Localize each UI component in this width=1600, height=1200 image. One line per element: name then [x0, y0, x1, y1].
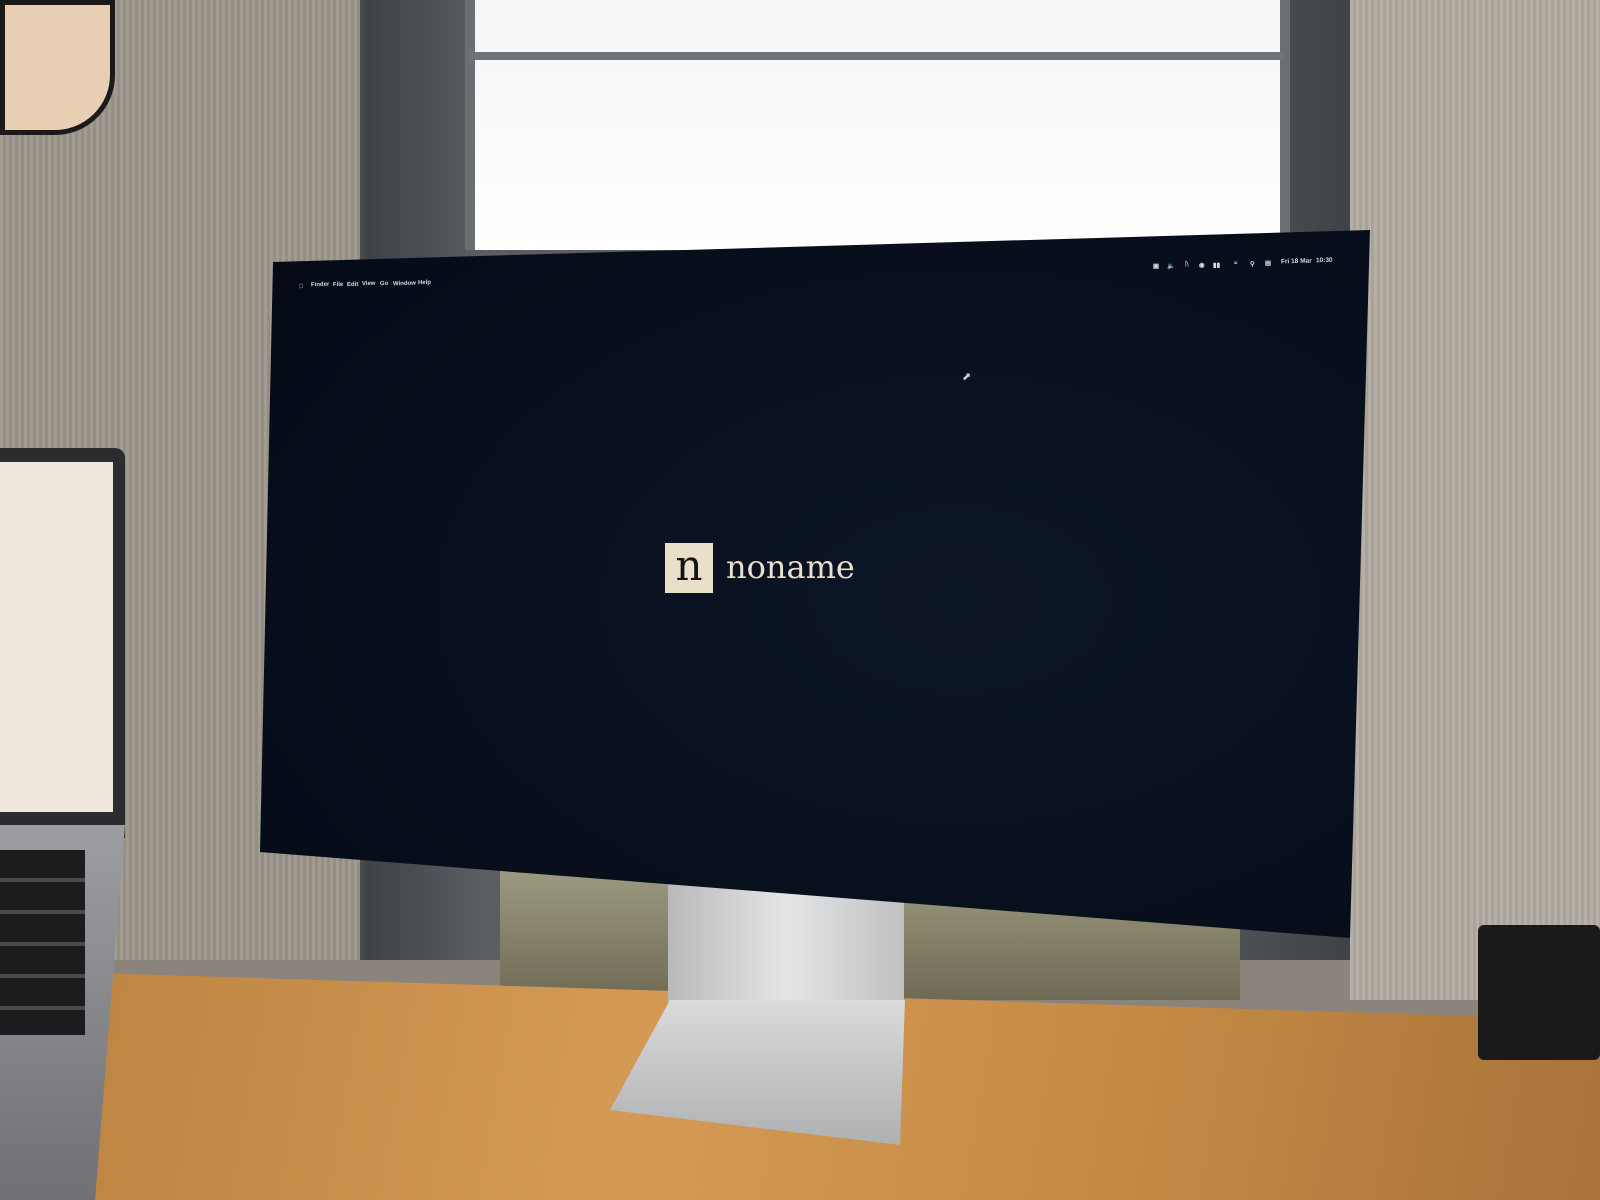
battery-icon[interactable]: ▮▮: [1213, 261, 1220, 269]
wifi-icon[interactable]: ≈: [1234, 260, 1238, 267]
menu-help[interactable]: Help: [418, 280, 431, 286]
speaker: [1478, 925, 1600, 1060]
apple-icon[interactable]: : [299, 284, 304, 290]
laptop-keyboard: [0, 850, 85, 1035]
focus-icon[interactable]: ◉: [1199, 261, 1205, 269]
window-frame: [470, 52, 1285, 60]
control-center-icon[interactable]: ▤: [1265, 259, 1271, 267]
menu-finder[interactable]: Finder: [311, 282, 330, 289]
menu-file[interactable]: File: [333, 282, 344, 288]
curtain-right: [1350, 0, 1600, 1000]
menu-view[interactable]: View: [362, 281, 376, 287]
menubar-date[interactable]: Fri 18 Mar: [1281, 258, 1312, 266]
search-icon[interactable]: ⚲: [1250, 260, 1255, 268]
menu-window[interactable]: Window: [393, 281, 416, 288]
screen-lock-icon[interactable]: ▣: [1153, 262, 1159, 270]
laptop-screen: [0, 462, 113, 812]
logo-mark: n: [665, 543, 713, 593]
menu-edit[interactable]: Edit: [347, 282, 359, 288]
menu-go[interactable]: Go: [380, 281, 389, 287]
bluetooth-icon[interactable]: ᚢ: [1185, 261, 1189, 268]
menubar-time[interactable]: 10:30: [1316, 257, 1333, 264]
window-background: [465, 0, 1290, 250]
logo-wordmark: noname: [726, 548, 855, 586]
volume-icon[interactable]: 🔈: [1167, 262, 1175, 270]
mouse-cursor-icon: ⬈: [962, 371, 972, 383]
lamp: [0, 0, 115, 135]
